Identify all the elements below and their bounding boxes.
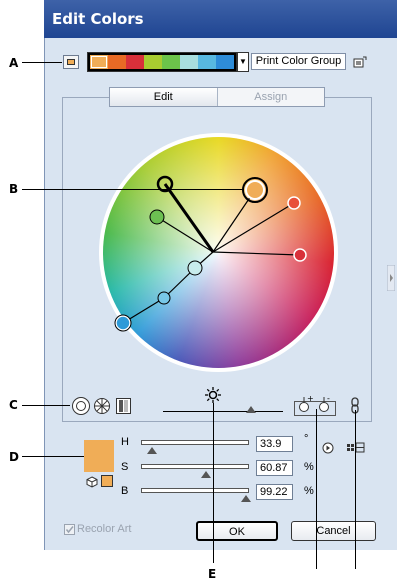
color-wheel-markers[interactable] [0,0,397,588]
saturation-label: S [121,461,129,473]
callout-c: C [9,398,18,412]
ok-button[interactable]: OK [196,521,278,541]
callout-b: B [9,182,19,196]
recolor-art-checkbox[interactable] [64,524,75,535]
segmented-color-wheel-icon[interactable] [93,397,111,415]
saturation-unit: % [304,461,314,473]
marker-green [149,209,165,225]
callout-e-line [213,403,214,563]
brightness-slider-thumb[interactable] [246,406,256,413]
hue-label: H [121,436,129,448]
brightness-value-slider-thumb[interactable] [241,495,251,502]
callout-b-line [22,189,243,190]
svg-text:-: - [327,395,330,403]
add-color-tool-icon[interactable]: + [298,395,314,413]
hue-unit: ° [304,433,309,445]
brightness-unit: % [304,485,314,497]
smooth-color-wheel-icon[interactable] [72,397,90,415]
svg-text:+: + [307,395,314,403]
hue-slider[interactable] [141,440,249,445]
brightness-field[interactable]: 99.22 [256,484,293,500]
marker-pale-cyan [187,260,203,276]
remove-color-tool-icon[interactable]: - [318,395,334,413]
color-bars-icon[interactable] [116,398,131,414]
out-of-gamut-icon[interactable] [86,476,98,488]
callout-link-line [355,410,356,569]
hue-field[interactable]: 33.9 [256,436,293,452]
marker-red [293,248,307,262]
marker-orange-red [287,196,301,210]
callout-tools-line [316,409,317,569]
brightness-label: B [121,485,129,497]
brightness-slider-track[interactable] [163,411,283,412]
callout-d: D [9,450,19,464]
callout-e: E [208,567,217,581]
callout-d-line [22,456,84,457]
saturation-slider-thumb[interactable] [201,471,211,478]
saturation-slider[interactable] [141,464,249,469]
marker-blue [115,315,131,331]
recolor-art-label: Recolor Art [77,523,132,535]
active-color-swatch[interactable] [84,440,114,472]
brightness-icon [205,387,221,403]
marker-base-color-fill [245,180,265,200]
saturation-field[interactable]: 60.87 [256,460,293,476]
color-grid-icon[interactable] [346,442,366,454]
hue-slider-thumb[interactable] [147,447,157,454]
brightness-value-slider[interactable] [141,488,249,493]
color-mode-menu-icon[interactable] [322,442,334,454]
panel-expander-icon[interactable] [387,265,395,291]
gamut-swatch[interactable] [101,475,113,487]
marker-light-blue [157,291,171,305]
cancel-button[interactable]: Cancel [291,521,376,541]
callout-c-line [22,405,70,406]
